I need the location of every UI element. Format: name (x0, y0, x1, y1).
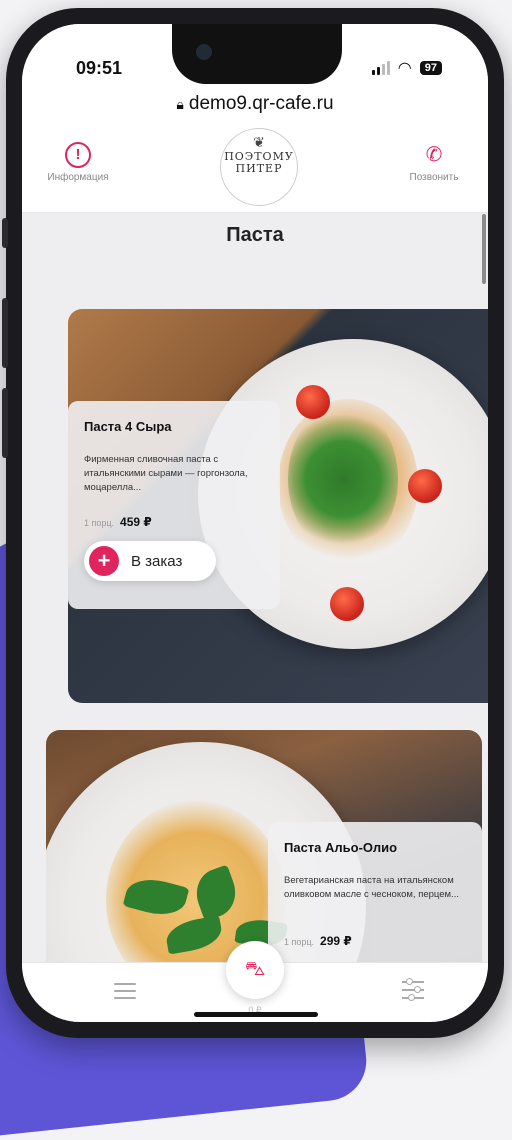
section-title: Паста (226, 224, 284, 246)
wifi-icon: ◠ (397, 60, 412, 77)
dish-photo-tomato (408, 469, 442, 503)
add-to-order-button[interactable]: + В заказ (84, 541, 216, 581)
cafe-header: ! Информация ❦ ПОЭТОМУ ПИТЕР ✆ Позвонить (22, 124, 488, 213)
dish-price-row: 1 порц. 459 ₽ (84, 515, 152, 529)
dish-name: Паста 4 Сыра (84, 419, 172, 434)
logo-text-line2: ПИТЕР (235, 162, 283, 175)
plus-icon: + (89, 546, 119, 576)
dish-card[interactable]: Паста 4 Сыра Фирменная сливочная паста с… (68, 309, 488, 703)
dish-name: Паста Альо-Олио (284, 840, 398, 855)
scrollbar[interactable] (482, 214, 486, 284)
dish-price: 459 ₽ (120, 515, 152, 529)
phone-frame: 09:51 ◠ 97 🔒︎ demo9.qr-cafe.ru ! Информац… (2, 8, 504, 1038)
dish-info-panel: Паста Альо-Олио Вегетарианская паста на … (268, 822, 482, 972)
battery-level: 97 (419, 61, 442, 75)
dish-photo-tomato (296, 385, 330, 419)
front-camera (196, 44, 212, 60)
home-indicator[interactable] (194, 1012, 318, 1017)
dish-description: Фирменная сливочная паста с итальянскими… (84, 454, 248, 493)
info-button[interactable]: ! Информация (28, 142, 128, 183)
system-icons: ◠ 97 (371, 58, 442, 78)
mute-switch (2, 218, 8, 248)
dish-photo-tomato (330, 587, 364, 621)
url-text: demo9.qr-cafe.ru (188, 93, 334, 114)
dish-info-panel: Паста 4 Сыра Фирменная сливочная паста с… (68, 401, 280, 609)
lock-icon: 🔒︎ (176, 96, 184, 112)
dish-description: Вегетарианская паста на итальянском олив… (284, 875, 459, 900)
call-button[interactable]: ✆ Позвонить (384, 142, 484, 183)
info-icon: ! (65, 142, 91, 168)
dish-price-row: 1 порц. 299 ₽ (284, 934, 352, 948)
dish-portion: 1 порц. (84, 518, 115, 528)
volume-down-button (2, 388, 8, 458)
status-time: 09:51 (76, 58, 123, 78)
add-to-order-label: В заказ (131, 552, 183, 570)
menu-icon[interactable] (114, 983, 136, 1004)
dish-price: 299 ₽ (320, 934, 352, 948)
signal-icon (371, 61, 390, 75)
cart-icon: ⛍ (244, 957, 266, 980)
phone-icon: ✆ (425, 144, 443, 166)
info-label: Информация (47, 172, 109, 183)
call-label: Позвонить (409, 172, 459, 183)
filter-icon[interactable] (402, 978, 424, 1005)
notch (172, 24, 342, 84)
cafe-logo[interactable]: ❦ ПОЭТОМУ ПИТЕР (220, 128, 298, 206)
browser-url-bar[interactable]: 🔒︎ demo9.qr-cafe.ru (22, 88, 488, 124)
logo-emblem-icon: ❦ (253, 135, 265, 151)
cart-button[interactable]: ⛍ (226, 941, 284, 999)
phone-screen: 09:51 ◠ 97 🔒︎ demo9.qr-cafe.ru ! Информац… (22, 24, 488, 1022)
dish-photo-arugula (288, 404, 398, 554)
dish-portion: 1 порц. (284, 937, 315, 947)
volume-up-button (2, 298, 8, 368)
